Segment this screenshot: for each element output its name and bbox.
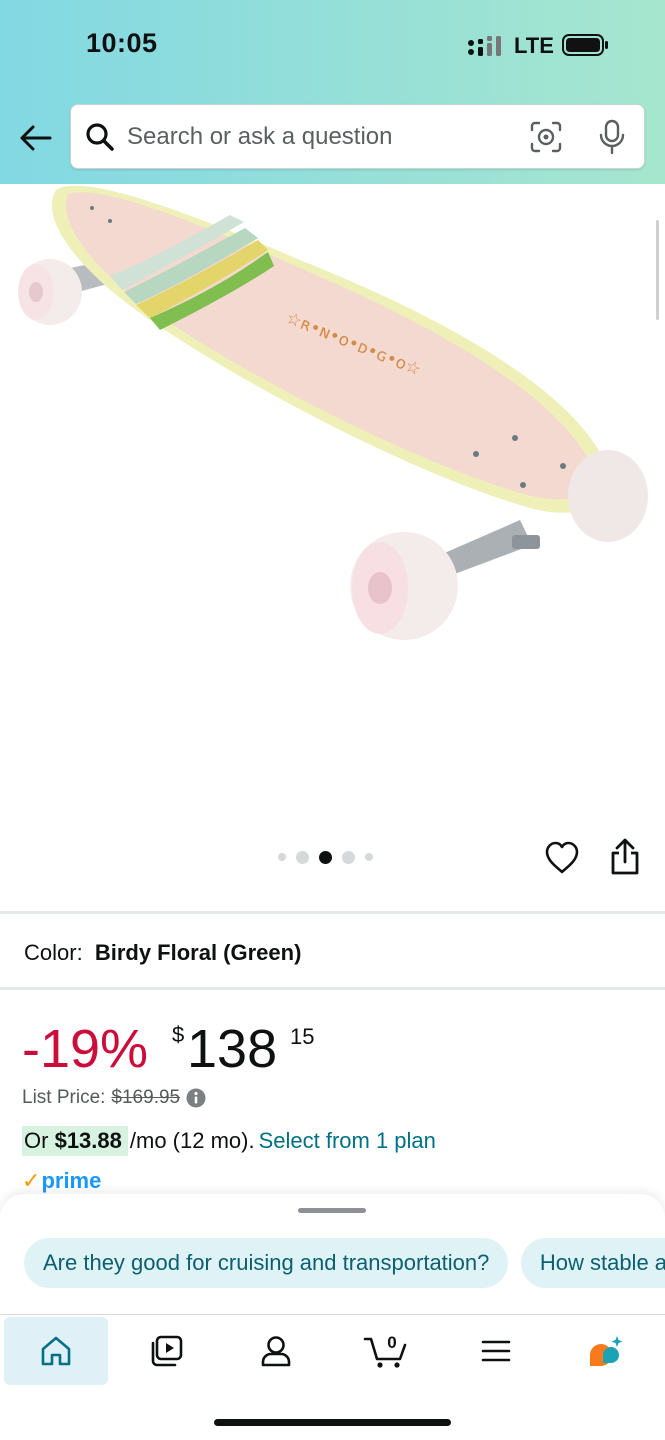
cart-count: 0 (387, 1333, 397, 1352)
tab-account[interactable] (224, 1317, 328, 1385)
price-symbol: $ (172, 1022, 185, 1047)
price-whole: 138 (187, 1019, 278, 1079)
price-block: -19% $ 138 15 (22, 1018, 622, 1088)
tab-home[interactable] (4, 1317, 108, 1385)
sheet-handle[interactable] (298, 1208, 366, 1213)
price-fraction: 15 (290, 1024, 315, 1049)
list-price: List Price: $169.95 (22, 1087, 206, 1109)
carousel-dot[interactable] (278, 853, 286, 861)
battery-icon (562, 34, 608, 56)
ask-sheet: Are they good for cruising and transport… (0, 1194, 665, 1316)
prime-check-icon: ✓ (22, 1168, 41, 1193)
person-icon (261, 1336, 291, 1367)
carousel-dot[interactable] (342, 850, 355, 864)
header: 10:05 LTE (0, 0, 665, 184)
rufus-assistant-icon (590, 1336, 623, 1366)
search-icon (86, 123, 114, 151)
back-button[interactable] (14, 117, 56, 159)
home-indicator[interactable] (214, 1419, 451, 1426)
select-plan-link[interactable]: Select from 1 plan (259, 1128, 436, 1154)
list-price-label: List Price: (22, 1087, 106, 1108)
monthly-prefix: Or (24, 1128, 49, 1153)
search-bar[interactable] (70, 104, 645, 169)
suggested-questions: Are they good for cruising and transport… (24, 1238, 665, 1290)
carousel-dot[interactable] (296, 850, 309, 864)
search-input[interactable] (127, 117, 517, 157)
hamburger-menu-icon (481, 1340, 511, 1362)
arrow-left-icon (20, 125, 52, 151)
network-type: LTE (514, 33, 554, 58)
question-chip[interactable]: How stable are they for beginners? (520, 1238, 665, 1288)
tab-rufus[interactable] (554, 1317, 658, 1385)
image-carousel-dots (278, 850, 388, 864)
info-icon[interactable] (186, 1088, 206, 1108)
share-icon[interactable] (608, 838, 642, 876)
divider (0, 911, 665, 914)
color-label: Color: (24, 940, 83, 965)
monthly-payment: Or $13.88 /mo (12 mo). Select from 1 pla… (22, 1126, 436, 1156)
image-scrollbar (656, 220, 659, 320)
monthly-highlight: Or $13.88 (22, 1126, 128, 1156)
color-value: Birdy Floral (Green) (94, 940, 302, 965)
tab-menu[interactable] (444, 1317, 548, 1385)
microphone-icon[interactable] (597, 119, 627, 155)
prime-badge: ✓ prime (22, 1168, 101, 1194)
monthly-term: /mo (12 mo). (129, 1128, 255, 1153)
status-time: 10:05 (86, 28, 158, 58)
camera-lens-icon[interactable] (529, 120, 563, 154)
prime-label: prime (41, 1168, 102, 1193)
carousel-dot[interactable] (365, 853, 373, 861)
heart-icon[interactable] (544, 840, 580, 876)
carousel-dot-active[interactable] (319, 850, 332, 864)
discount-percent: -19% (22, 1019, 149, 1079)
color-selector[interactable]: Color: Birdy Floral (Green) (24, 940, 301, 966)
tab-inspire[interactable] (114, 1317, 218, 1385)
video-stack-icon (151, 1335, 183, 1367)
home-icon (41, 1336, 71, 1366)
monthly-amount: $13.88 (54, 1128, 122, 1153)
signal-strength-icon (468, 36, 501, 56)
divider (0, 987, 665, 990)
longboard-image: ☆ʀ•ɴ•ᴏ•ᴅ•ɢ•ᴏ☆ (18, 185, 648, 640)
question-chip[interactable]: Are they good for cruising and transport… (24, 1238, 509, 1288)
product-image[interactable]: ☆ʀ•ɴ•ᴏ•ᴅ•ɢ•ᴏ☆ (0, 184, 665, 824)
list-price-value: $169.95 (111, 1087, 181, 1108)
